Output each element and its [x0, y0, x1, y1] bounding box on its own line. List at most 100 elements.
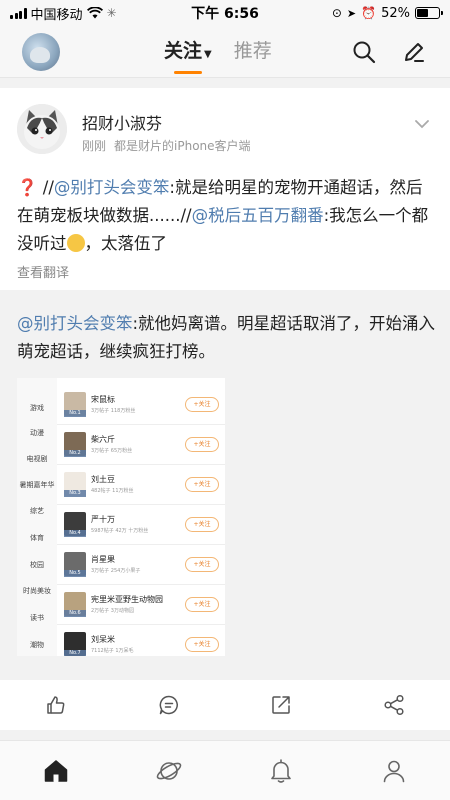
battery-percent: 52%: [381, 5, 410, 21]
tab-recommend[interactable]: 推荐: [234, 36, 272, 63]
mention-link[interactable]: @别打头会变笨: [54, 178, 170, 197]
post-action-bar: [0, 680, 450, 730]
top-header: 关注 ▼ 推荐: [0, 26, 450, 78]
tab-recommend-label: 推荐: [233, 40, 272, 62]
nav-notifications[interactable]: [225, 741, 338, 800]
compose-button[interactable]: [400, 38, 428, 66]
row-divider: [57, 504, 225, 505]
planet-icon: [156, 761, 182, 780]
row-divider: [57, 544, 225, 545]
image-category-label: 读书: [30, 614, 44, 622]
bottom-navigation: [0, 740, 450, 800]
pet-name: 宪里米亚野生动物园: [91, 595, 163, 604]
post-text-segment: //: [37, 178, 54, 197]
row-divider: [57, 584, 225, 585]
image-category-label: 时尚美妆: [23, 587, 51, 595]
repost-body: @别打头会变笨:就他妈离谱。明星超话取消了，开始涌入萌宠超话，继续疯狂打榜。: [17, 310, 437, 366]
wifi-icon: [86, 7, 103, 19]
post-card[interactable]: 招财小淑芬 刚刚 都是财片的iPhone客户端 ❓ //@别打头会变笨:就是给明星…: [0, 88, 450, 290]
image-category-label: 校园: [30, 561, 44, 569]
tab-follow-label: 关注: [164, 40, 203, 62]
orientation-lock-icon: ⊙: [331, 6, 342, 20]
share-out-icon: [272, 696, 290, 714]
pet-name: 刘呆米: [91, 635, 115, 644]
pet-name: 严十万: [91, 515, 115, 524]
rank-badge: No.2: [64, 450, 86, 457]
comment-icon: [159, 695, 178, 715]
shy-face-emoji-icon: [66, 234, 85, 252]
home-icon: [45, 759, 68, 782]
rank-badge: No.1: [64, 410, 86, 417]
like-button[interactable]: [0, 680, 113, 730]
pet-stats: 3万帖子 254万小果子: [91, 568, 141, 574]
image-ranking-row: No.1 宋鼠标 3万帖子 118万粉丝 +关注: [61, 390, 221, 420]
pet-name: 柴六斤: [91, 435, 115, 444]
user-avatar[interactable]: [22, 33, 60, 71]
reposted-content[interactable]: @别打头会变笨:就他妈离谱。明星超话取消了，开始涌入萌宠超话，继续疯狂打榜。 游…: [0, 296, 450, 672]
mention-link[interactable]: @别打头会变笨: [17, 314, 133, 333]
follow-button: +关注: [185, 637, 219, 652]
pet-name: 刘土豆: [91, 475, 115, 484]
repost-image[interactable]: 游戏 动漫 电视剧 暑期嘉年华 综艺 体育 校园 时尚美妆 读书 潮物 No.1 宋鼠标 3万帖子 11…: [17, 378, 225, 656]
image-category-label: 潮物: [30, 641, 44, 649]
image-ranking-row: No.7 刘呆米 7112帖子 1万呆毛 +关注: [61, 630, 221, 656]
image-category-label: 暑期嘉年华: [19, 481, 55, 489]
pet-stats: 2万帖子 3万动物园: [91, 608, 134, 614]
rank-badge: No.3: [64, 490, 86, 497]
mention-link[interactable]: @税后五百万翻番: [192, 206, 324, 225]
follow-button: +关注: [185, 397, 219, 412]
search-icon: [353, 41, 376, 64]
nav-profile[interactable]: [338, 741, 450, 800]
loading-spinner-icon: ✳: [106, 6, 117, 20]
image-category-label: 体育: [30, 534, 44, 542]
status-time: 下午 6:56: [191, 6, 259, 22]
post-source: 都是财片的iPhone客户端: [114, 139, 251, 153]
caret-down-icon: ▼: [204, 49, 212, 60]
pet-stats: 3万帖子 65万粉丝: [91, 448, 133, 454]
author-name[interactable]: 招财小淑芬: [82, 110, 162, 134]
follow-button: +关注: [185, 477, 219, 492]
image-ranking-row: No.2 柴六斤 3万帖子 65万粉丝 +关注: [61, 430, 221, 460]
alarm-icon: ⏰: [361, 6, 377, 20]
comment-button[interactable]: [113, 680, 226, 730]
row-divider: [57, 624, 225, 625]
view-translation-link[interactable]: 查看翻译: [17, 262, 69, 281]
image-category-label: 动漫: [30, 429, 44, 437]
rank-badge: No.5: [64, 570, 86, 577]
location-icon: ➤: [346, 6, 357, 20]
image-category-label: 综艺: [30, 507, 44, 515]
rank-badge: No.7: [64, 650, 86, 656]
feed-tabs: 关注 ▼ 推荐: [164, 36, 272, 74]
more-options-button[interactable]: [414, 114, 430, 133]
repost-button[interactable]: [225, 680, 338, 730]
post-text-segment: ，太落伍了: [84, 234, 168, 253]
battery-icon: [415, 7, 443, 19]
rank-badge: No.6: [64, 610, 86, 617]
pet-name: 肖星果: [91, 555, 115, 564]
search-button[interactable]: [350, 38, 378, 66]
battery-level: [417, 9, 428, 17]
cat-avatar-image: [17, 104, 67, 154]
pencil-icon: [405, 43, 424, 62]
status-bar: 中国移动 ✳ 下午 6:56 ⊙ ➤ ⏰ 52%: [0, 0, 450, 26]
author-avatar[interactable]: [17, 104, 67, 154]
rank-badge: No.4: [64, 530, 86, 537]
person-icon: [383, 760, 405, 782]
image-ranking-row: No.3 刘土豆 482帖子 11万粉丝 +关注: [61, 470, 221, 500]
nav-home[interactable]: [0, 741, 113, 800]
share-nodes-icon: [384, 694, 404, 716]
pet-stats: 7112帖子 1万呆毛: [91, 648, 134, 654]
post-body: ❓ //@别打头会变笨:就是给明星的宠物开通超话，然后在萌宠板块做数据.....…: [17, 174, 437, 258]
image-ranking-row: No.5 肖星果 3万帖子 254万小果子 +关注: [61, 550, 221, 580]
nav-discover[interactable]: [113, 741, 226, 800]
share-button[interactable]: [338, 680, 450, 730]
image-ranking-row: No.4 严十万 5987帖子 42万 十万粉丝 +关注: [61, 510, 221, 540]
post-time: 刚刚: [82, 139, 107, 153]
tab-follow[interactable]: 关注 ▼: [164, 36, 212, 74]
follow-button: +关注: [185, 437, 219, 452]
image-category-label: 游戏: [30, 404, 44, 412]
carrier-label: 中国移动: [30, 7, 83, 23]
question-emoji: ❓: [17, 178, 38, 197]
signal-icon: [10, 7, 27, 19]
chevron-down-icon: [415, 120, 429, 129]
